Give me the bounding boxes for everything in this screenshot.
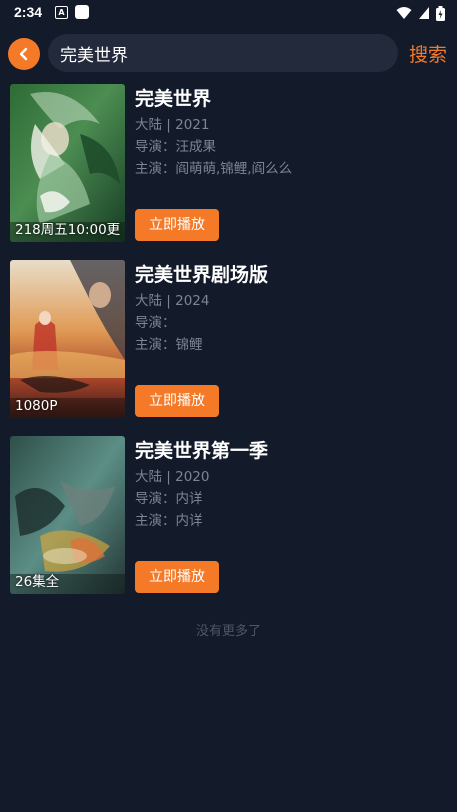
search-button[interactable]: 搜索 (409, 40, 447, 67)
result-cast: 主演：阎萌萌,锦鲤,阎么么 (135, 161, 293, 177)
signal-icon (419, 7, 429, 19)
status-bar: 2:34 A (0, 0, 457, 26)
battery-icon (436, 5, 445, 21)
result-director: 导演：汪成果 (135, 139, 216, 155)
result-item[interactable]: 1080P 完美世界剧场版 大陆 | 2024 导演： 主演：锦鲤 立即播放 (0, 258, 457, 434)
result-info: 完美世界第一季 大陆 | 2020 导演：内详 主演：内详 (135, 438, 445, 532)
chevron-left-icon (19, 47, 28, 61)
search-input[interactable] (60, 43, 380, 63)
result-region-year: 大陆 | 2020 (135, 469, 210, 485)
result-title[interactable]: 完美世界第一季 (135, 438, 445, 464)
result-item[interactable]: 218周五10:00更 完美世界 大陆 | 2021 导演：汪成果 主演：阎萌萌… (0, 82, 457, 258)
poster-image[interactable]: 26集全 (10, 436, 125, 594)
notification-app-icon: A (55, 6, 68, 19)
poster-badge: 218周五10:00更 (15, 222, 121, 238)
status-icons (396, 4, 445, 22)
result-list: 218周五10:00更 完美世界 大陆 | 2021 导演：汪成果 主演：阎萌萌… (0, 82, 457, 610)
play-now-button[interactable]: 立即播放 (135, 209, 219, 241)
play-now-button[interactable]: 立即播放 (135, 561, 219, 593)
result-cast: 主演：内详 (135, 513, 203, 529)
poster-image[interactable]: 218周五10:00更 (10, 84, 125, 242)
poster-image[interactable]: 1080P (10, 260, 125, 418)
result-info: 完美世界 大陆 | 2021 导演：汪成果 主演：阎萌萌,锦鲤,阎么么 (135, 86, 445, 180)
notification-app-icon (75, 5, 89, 19)
result-item[interactable]: 26集全 完美世界第一季 大陆 | 2020 导演：内详 主演：内详 立即播放 (0, 434, 457, 610)
result-cast: 主演：锦鲤 (135, 337, 203, 353)
status-time: 2:34 (14, 4, 43, 20)
poster-badge: 26集全 (15, 574, 60, 590)
play-now-button[interactable]: 立即播放 (135, 385, 219, 417)
result-region-year: 大陆 | 2024 (135, 293, 210, 309)
result-info: 完美世界剧场版 大陆 | 2024 导演： 主演：锦鲤 (135, 262, 445, 356)
result-director: 导演： (135, 315, 176, 331)
poster-artwork (10, 260, 125, 418)
search-header: 搜索 (0, 26, 457, 82)
search-box[interactable] (48, 34, 398, 72)
result-director: 导演：内详 (135, 491, 203, 507)
back-button[interactable] (8, 38, 40, 70)
no-more-text: 没有更多了 (195, 624, 261, 639)
poster-badge: 1080P (15, 398, 58, 414)
wifi-icon (396, 7, 412, 19)
result-title[interactable]: 完美世界 (135, 86, 445, 112)
result-title[interactable]: 完美世界剧场版 (135, 262, 445, 288)
result-region-year: 大陆 | 2021 (135, 117, 210, 133)
